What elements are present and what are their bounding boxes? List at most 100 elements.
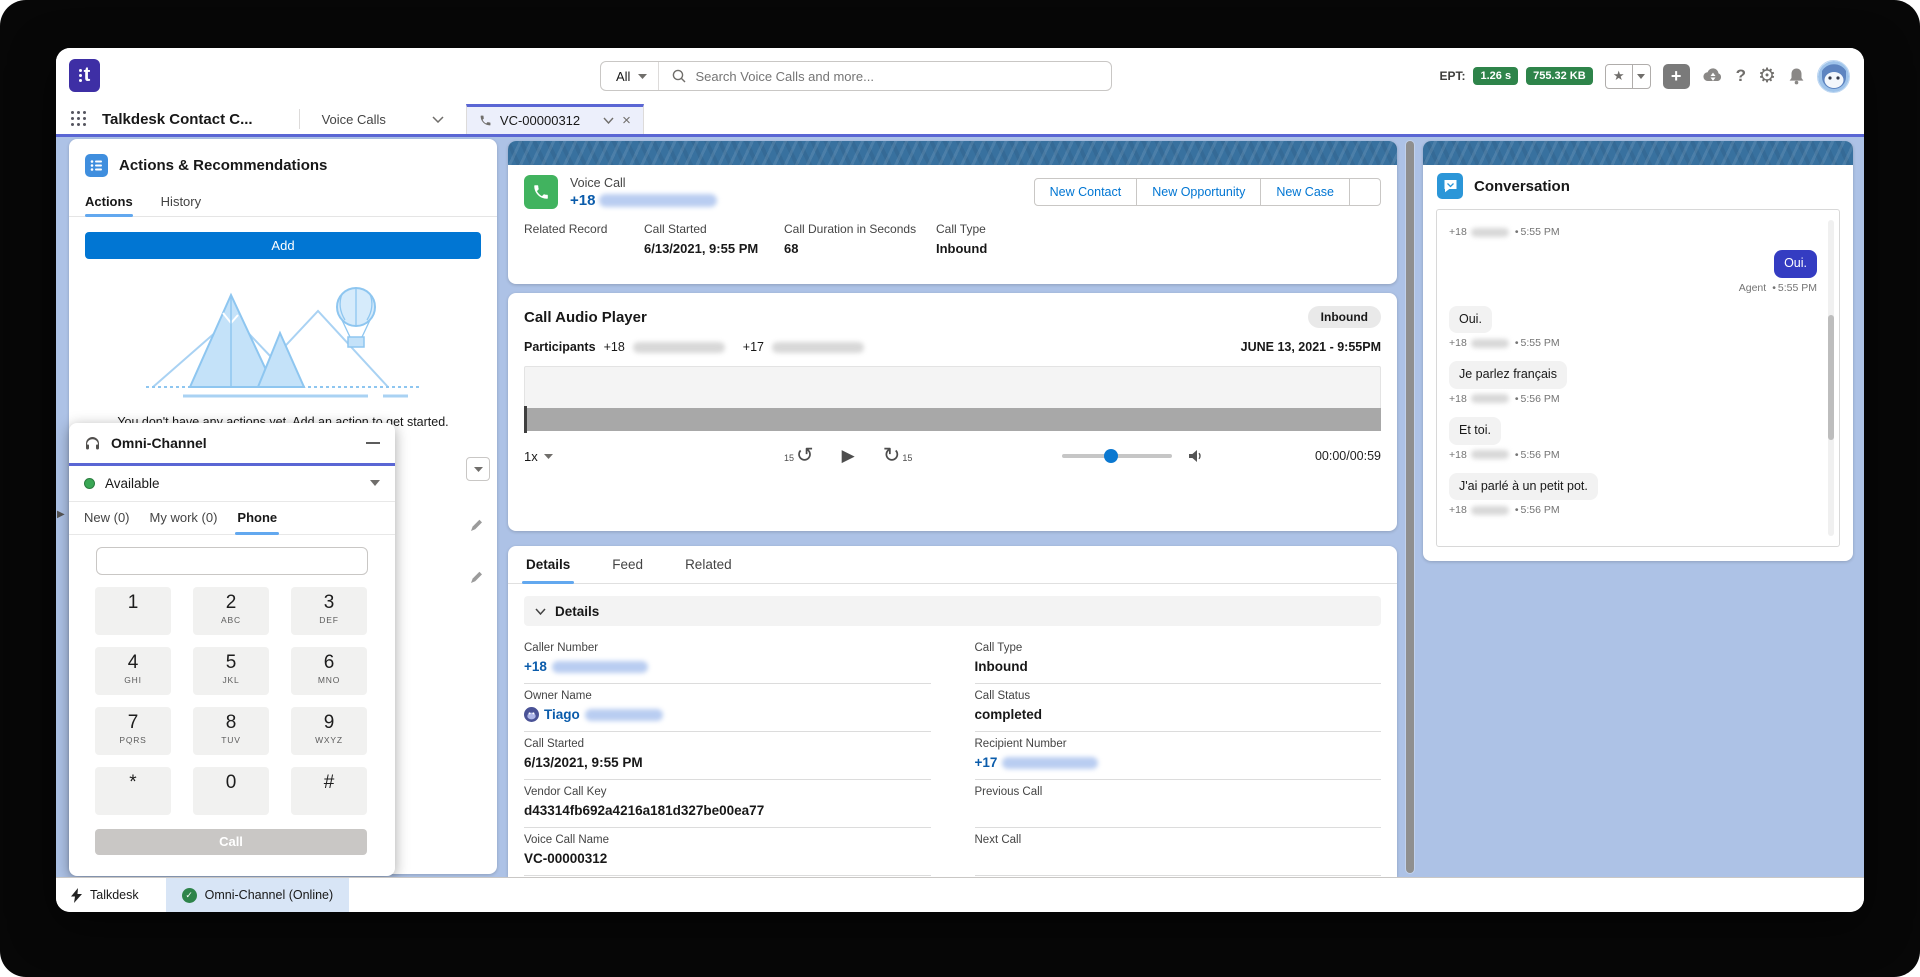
edit-pencil-icon[interactable] (470, 519, 483, 537)
dialpad-key-5[interactable]: 5JKL (193, 647, 269, 695)
search-scope-select[interactable]: All (601, 62, 659, 90)
tab-voice-calls[interactable]: Voice Calls (300, 104, 396, 134)
message-meta-only: +18 5:55 PM (1449, 222, 1817, 238)
volume-controls (1062, 449, 1204, 463)
tab-record-vc-00000312[interactable]: VC-00000312 × (466, 104, 644, 134)
key-digit: 4 (128, 652, 139, 675)
dialpad-key-1[interactable]: 1 (95, 587, 171, 635)
field-label: Related Record (524, 222, 644, 236)
field-call-type: Call Type Inbound (975, 636, 1382, 684)
record-detail-card: Details Feed Related Details Caller Numb… (508, 546, 1397, 877)
cloud-sync-icon[interactable] (1702, 67, 1724, 85)
dialpad-key-star[interactable]: * (95, 767, 171, 815)
new-case-button[interactable]: New Case (1260, 178, 1350, 206)
favorites-star-icon[interactable]: ★ (1606, 65, 1633, 88)
new-contact-button[interactable]: New Contact (1034, 178, 1138, 206)
field-label: Call Type (975, 642, 1382, 654)
rewind-15-icon[interactable]: 15 ↺ (784, 447, 814, 466)
dialpad-key-7[interactable]: 7PQRS (95, 707, 171, 755)
favorites-dropdown[interactable] (1633, 65, 1650, 88)
user-avatar[interactable] (1817, 60, 1850, 93)
tab-new[interactable]: New (0) (84, 502, 130, 534)
search-input[interactable] (686, 69, 1111, 84)
new-opportunity-button[interactable]: New Opportunity (1136, 178, 1261, 206)
message-customer: Et toi. +18 5:56 PM (1449, 417, 1817, 461)
help-icon[interactable]: ? (1736, 66, 1746, 86)
favorites-button-group: ★ (1605, 64, 1651, 89)
voice-calls-tab-dropdown[interactable] (396, 104, 466, 134)
key-digit: 7 (128, 712, 139, 735)
key-digit: 3 (324, 592, 335, 615)
call-button[interactable]: Call (95, 829, 367, 855)
dialpad-key-0[interactable]: 0 (193, 767, 269, 815)
message-time: 5:56 PM (1513, 449, 1560, 461)
dialpad-key-8[interactable]: 8TUV (193, 707, 269, 755)
key-digit: 8 (226, 712, 237, 735)
quick-create-icon[interactable]: + (1663, 64, 1690, 89)
app-launcher-icon[interactable] (56, 104, 102, 134)
more-actions-dropdown[interactable] (1349, 178, 1381, 206)
field-call-status: Call Status completed (975, 684, 1382, 732)
dialpad-key-hash[interactable]: # (291, 767, 367, 815)
field-label: Voice Call Name (524, 834, 931, 846)
tab-feed[interactable]: Feed (612, 546, 643, 583)
page-scrollbar[interactable] (1405, 140, 1415, 874)
presence-status-select[interactable]: Available (69, 466, 395, 502)
detail-fields-grid: Caller Number +18 Call Type Inbound Owne… (524, 636, 1381, 877)
recipient-number-link[interactable]: +17 (975, 755, 998, 770)
field-related-record: Related Record (524, 222, 644, 257)
tab-history[interactable]: History (161, 187, 201, 216)
notifications-bell-icon[interactable] (1788, 67, 1805, 85)
forward-15-icon[interactable]: ↻ 15 (883, 447, 913, 466)
dialpad-key-2[interactable]: 2ABC (193, 587, 269, 635)
field-label: Vendor Call Key (524, 786, 931, 798)
message-meta: +18 5:55 PM (1449, 337, 1560, 349)
tab-actions[interactable]: Actions (85, 187, 133, 216)
tab-my-work[interactable]: My work (0) (150, 502, 218, 534)
phone-prefix: +18 (570, 192, 595, 209)
message-bubble: Je parlez français (1449, 361, 1567, 389)
talkdesk-logo[interactable]: t (69, 59, 100, 92)
panel-collapse-arrow[interactable]: ▶ (57, 509, 65, 520)
play-icon[interactable]: ▶ (842, 446, 855, 466)
close-icon[interactable]: × (622, 113, 631, 128)
speaker-icon[interactable] (1188, 449, 1204, 463)
dialpad-key-3[interactable]: 3DEF (291, 587, 367, 635)
add-button[interactable]: Add (85, 232, 481, 259)
volume-slider-handle[interactable] (1104, 449, 1118, 463)
utility-omni-channel[interactable]: ✓ Omni-Channel (Online) (166, 878, 350, 912)
dialpad: 1 2ABC 3DEF 4GHI 5JKL 6MNO 7PQRS 8TUV 9W… (95, 587, 369, 815)
dialpad-key-9[interactable]: 9WXYZ (291, 707, 367, 755)
details-section-toggle[interactable]: Details (524, 596, 1381, 626)
setup-gear-icon[interactable]: ⚙ (1758, 66, 1776, 86)
key-digit: 2 (226, 592, 237, 615)
playback-speed-select[interactable]: 1x (524, 449, 594, 464)
chevron-down-icon[interactable] (603, 117, 614, 124)
minimize-icon[interactable] (366, 442, 380, 445)
owner-name-link[interactable]: Tiago (544, 707, 580, 722)
volume-slider[interactable] (1062, 454, 1172, 458)
tab-phone[interactable]: Phone (237, 502, 277, 534)
app-name[interactable]: Talkdesk Contact C... (102, 104, 299, 134)
conversation-scrollbar-thumb[interactable] (1828, 315, 1834, 440)
edit-pencil-icon[interactable] (470, 571, 483, 589)
field-value: Inbound (975, 658, 1382, 675)
field-dropdown-button[interactable] (466, 457, 490, 481)
dialpad-key-6[interactable]: 6MNO (291, 647, 367, 695)
message-customer: Oui. +18 5:55 PM (1449, 306, 1817, 350)
page-scrollbar-thumb[interactable] (1406, 141, 1414, 873)
tab-details[interactable]: Details (526, 546, 570, 583)
field-value: VC-00000312 (524, 850, 931, 867)
progress-bar[interactable] (524, 408, 1381, 431)
field-label: Owner Name (524, 690, 931, 702)
dial-number-input[interactable] (96, 547, 368, 575)
dialpad-key-4[interactable]: 4GHI (95, 647, 171, 695)
playhead[interactable] (524, 406, 527, 433)
redacted-phone-chip (1471, 506, 1509, 515)
caller-number-link[interactable]: +18 (524, 659, 547, 674)
message-customer: Je parlez français +18 5:56 PM (1449, 361, 1817, 405)
record-phone-link[interactable]: +18 (570, 192, 717, 209)
tab-related[interactable]: Related (685, 546, 732, 583)
speed-label: 1x (524, 449, 538, 464)
utility-talkdesk[interactable]: Talkdesk (56, 878, 154, 912)
